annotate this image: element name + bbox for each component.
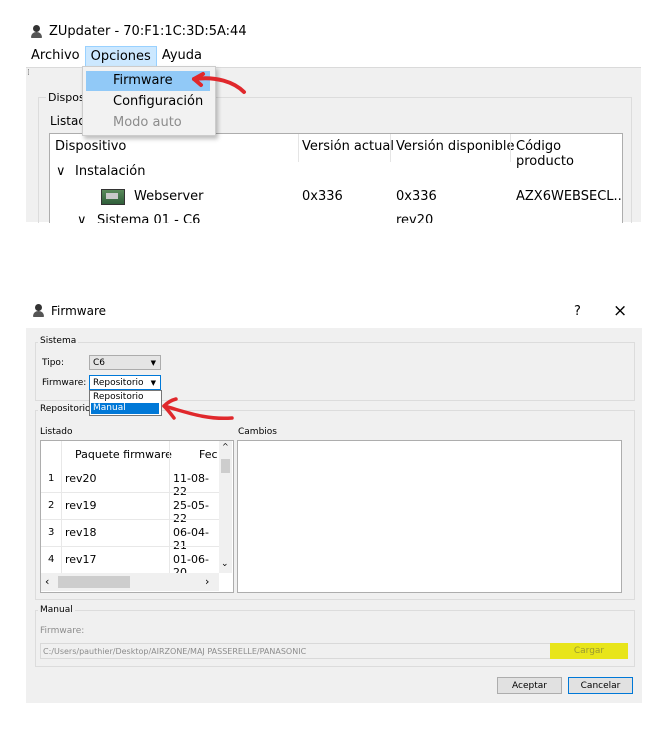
package-name: rev18 bbox=[65, 526, 97, 539]
dialog-title: Firmware bbox=[32, 304, 106, 318]
accept-button[interactable]: Aceptar bbox=[497, 677, 562, 694]
annotation-arrow-top bbox=[192, 72, 246, 94]
available-version: 0x336 bbox=[396, 189, 437, 204]
listado-label: Listado bbox=[40, 427, 73, 437]
device-board-icon bbox=[101, 189, 125, 205]
tipo-select-value: C6 bbox=[93, 358, 106, 368]
cancel-button[interactable]: Cancelar bbox=[568, 677, 633, 694]
dropdown-arrow-icon: ▼ bbox=[150, 359, 156, 367]
expand-chevron-icon[interactable]: ∨ bbox=[77, 213, 87, 223]
expand-chevron-icon[interactable]: ∨ bbox=[56, 164, 66, 179]
row-number: 4 bbox=[48, 554, 55, 565]
window-title-text: ZUpdater - 70:F1:1C:3D:5A:44 bbox=[49, 24, 247, 39]
menu-archivo[interactable]: Archivo bbox=[26, 46, 85, 67]
column-divider bbox=[390, 134, 391, 162]
annotation-arrow-bottom bbox=[162, 397, 234, 421]
available-version: rev20 bbox=[396, 213, 434, 223]
table-row[interactable]: 2 rev19 25-05-22 bbox=[41, 493, 219, 525]
cambios-label: Cambios bbox=[238, 427, 277, 437]
table-row[interactable]: 1 rev20 11-08-22 bbox=[41, 466, 219, 498]
menubar: Archivo Opciones Ayuda bbox=[26, 46, 641, 69]
package-name: rev19 bbox=[65, 499, 97, 512]
tree-item-sistema[interactable]: Sistema 01 - C6 bbox=[97, 213, 200, 223]
scroll-right-icon[interactable]: › bbox=[205, 575, 209, 588]
scroll-thumb[interactable] bbox=[58, 576, 130, 588]
app-icon bbox=[32, 304, 45, 318]
column-header-dispositivo[interactable]: Dispositivo bbox=[55, 139, 126, 154]
scroll-thumb[interactable] bbox=[221, 459, 230, 473]
column-divider bbox=[510, 134, 511, 162]
row-number: 3 bbox=[48, 527, 55, 538]
window-title: ZUpdater - 70:F1:1C:3D:5A:44 bbox=[30, 24, 247, 39]
menu-ayuda[interactable]: Ayuda bbox=[157, 46, 207, 67]
current-version: 0x336 bbox=[302, 189, 343, 204]
firmware-source-select[interactable]: Repositorio ▼ bbox=[89, 375, 161, 390]
scroll-down-icon[interactable]: ⌄ bbox=[221, 559, 229, 569]
scroll-up-icon[interactable]: ^ bbox=[222, 442, 229, 451]
column-header-version-actual[interactable]: Versión actual bbox=[302, 139, 394, 154]
column-divider bbox=[298, 134, 299, 162]
firmware-table[interactable]: Paquete firmware Fec 1 rev20 11-08-22 2 … bbox=[40, 440, 234, 593]
tree-item-instalacion[interactable]: Instalación bbox=[75, 164, 145, 179]
product-code: AZX6WEBSECL... bbox=[516, 189, 623, 204]
scroll-left-icon[interactable]: ‹ bbox=[45, 575, 49, 588]
row-number: 1 bbox=[48, 473, 55, 484]
list-label: Listad bbox=[50, 114, 86, 128]
manual-group-label: Manual bbox=[38, 605, 75, 615]
column-header-fecha[interactable]: Fec bbox=[199, 448, 218, 461]
table-row[interactable]: 4 rev17 01-06-20 bbox=[41, 547, 219, 579]
firmware-source-options: Repositorio Manual bbox=[89, 390, 162, 416]
column-header-paquete[interactable]: Paquete firmware bbox=[75, 448, 172, 461]
row-number: 2 bbox=[48, 500, 55, 511]
dialog-title-text: Firmware bbox=[51, 304, 106, 318]
tipo-label: Tipo: bbox=[42, 358, 64, 368]
package-name: rev20 bbox=[65, 472, 97, 485]
vertical-scrollbar[interactable]: ^ ⌄ bbox=[219, 441, 232, 573]
sistema-group-label: Sistema bbox=[38, 336, 79, 346]
menu-item-modo-auto: Modo auto bbox=[113, 115, 182, 130]
tree-item-webserver[interactable]: Webserver bbox=[134, 189, 204, 204]
column-header-codigo-producto[interactable]: Código producto bbox=[516, 139, 622, 169]
help-button[interactable]: ? bbox=[574, 304, 581, 319]
device-tree[interactable]: Dispositivo Versión actual Versión dispo… bbox=[49, 133, 623, 223]
dropdown-arrow-icon: ▼ bbox=[150, 379, 156, 387]
firmware-source-value: Repositorio bbox=[93, 378, 144, 388]
table-row[interactable]: 3 rev18 06-04-21 bbox=[41, 520, 219, 552]
app-icon bbox=[30, 24, 43, 39]
column-header-version-disponible[interactable]: Versión disponible bbox=[396, 139, 515, 154]
firmware-source-label: Firmware: bbox=[42, 378, 87, 388]
tipo-select[interactable]: C6 ▼ bbox=[89, 355, 161, 370]
firmware-path-field[interactable]: C:/Users/pauthier/Desktop/AIRZONE/MAJ PA… bbox=[40, 643, 628, 659]
cambios-textbox[interactable] bbox=[237, 440, 622, 593]
close-button[interactable]: × bbox=[613, 301, 627, 321]
repositorio-group-label: Repositorio bbox=[38, 404, 93, 414]
option-repositorio[interactable]: Repositorio bbox=[91, 392, 159, 403]
package-name: rev17 bbox=[65, 553, 97, 566]
cargar-button[interactable]: Cargar bbox=[550, 643, 628, 659]
option-manual[interactable]: Manual bbox=[91, 403, 159, 414]
manual-firmware-label: Firmware: bbox=[40, 626, 85, 636]
horizontal-scrollbar[interactable]: ‹ › bbox=[41, 573, 219, 591]
